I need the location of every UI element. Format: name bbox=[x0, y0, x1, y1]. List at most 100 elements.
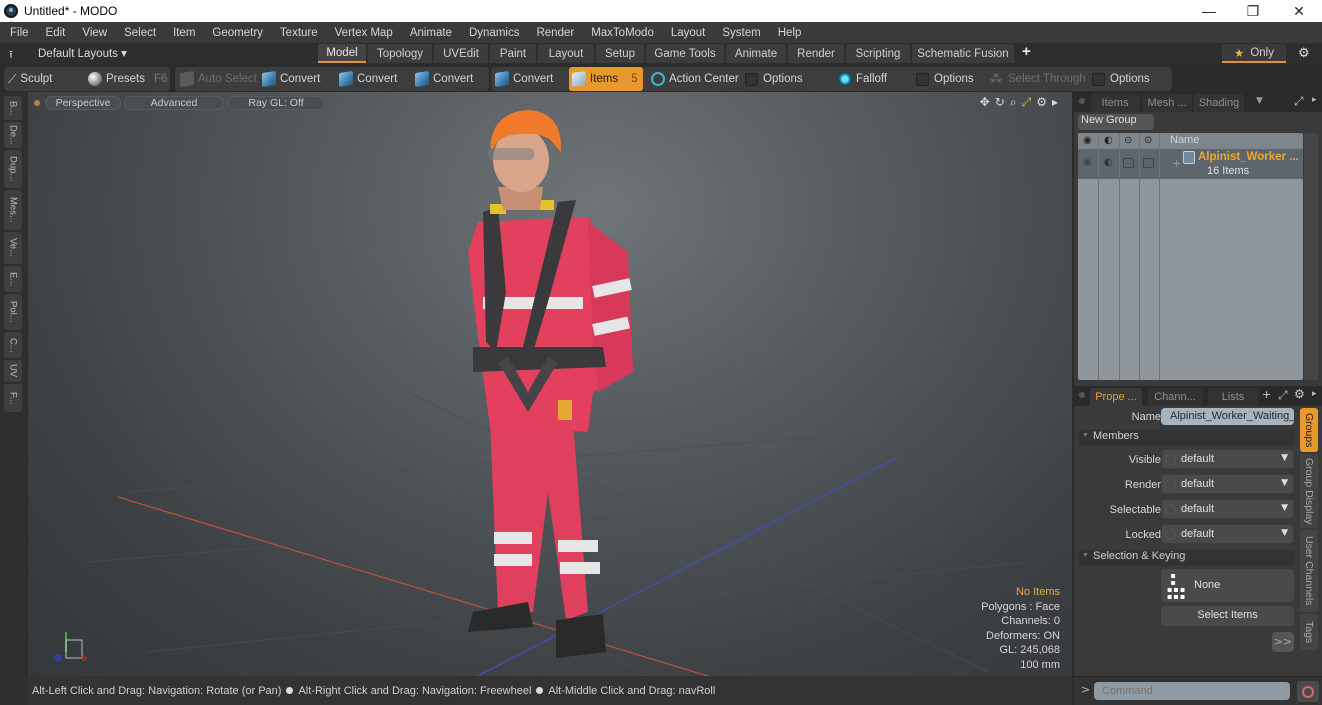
left-tab-vertex[interactable]: Ve... bbox=[4, 232, 22, 264]
record-macro-button[interactable] bbox=[1297, 681, 1319, 702]
menu-file[interactable]: File bbox=[0, 27, 36, 39]
visibility-eye-icon[interactable]: ◉ bbox=[1083, 135, 1092, 146]
command-input[interactable] bbox=[1094, 682, 1290, 700]
items-mode-button[interactable]: Items 5 bbox=[569, 67, 643, 91]
row-lock-box[interactable] bbox=[1123, 158, 1134, 168]
tab-paint[interactable]: Paint bbox=[490, 44, 536, 63]
auto-select-button[interactable]: Auto Select bbox=[180, 67, 257, 91]
left-tab-polygon[interactable]: Pol... bbox=[4, 294, 22, 330]
left-tab-curve[interactable]: C... bbox=[4, 332, 22, 358]
none-button[interactable]: ▪ ▪ ▪▪▪ ▪▪▪ None bbox=[1161, 569, 1294, 602]
menu-texture[interactable]: Texture bbox=[270, 27, 325, 39]
left-tab-deform[interactable]: De... bbox=[4, 122, 22, 148]
tab-overflow-dropdown-icon[interactable]: ▼ bbox=[1256, 96, 1263, 106]
tab-items[interactable]: Items bbox=[1090, 94, 1140, 112]
falloff-button[interactable]: Falloff bbox=[838, 67, 887, 91]
panel-arrow-icon[interactable]: ▸ bbox=[1312, 389, 1317, 399]
3d-viewport[interactable]: Perspective Advanced Ray GL: Off ✥ ↻ ⌕ ⤢… bbox=[28, 92, 1072, 676]
close-button[interactable]: ✕ bbox=[1276, 0, 1322, 22]
render-dropdown[interactable]: default ▼ bbox=[1161, 474, 1294, 494]
rotate-icon[interactable]: ↻ bbox=[995, 95, 1005, 110]
left-tab-fusion[interactable]: F... bbox=[4, 384, 22, 412]
zoom-icon[interactable]: ⌕ bbox=[1010, 95, 1017, 110]
convert-edges-button[interactable]: Convert bbox=[339, 67, 397, 91]
falloff-options-button[interactable]: Options bbox=[916, 67, 974, 91]
tab-animate[interactable]: Animate bbox=[726, 44, 786, 63]
selection-keying-section-header[interactable]: Selection & Keying bbox=[1079, 550, 1295, 566]
panel-expand-icon[interactable]: ⤢ bbox=[1278, 388, 1288, 403]
shading-mode-button[interactable]: Advanced bbox=[124, 96, 224, 110]
maximize-button[interactable]: ❐ bbox=[1230, 0, 1276, 22]
left-tab-basic[interactable]: B... bbox=[4, 96, 22, 120]
viewport-expand-arrow-icon[interactable]: ▸ bbox=[1052, 95, 1058, 110]
ray-gl-button[interactable]: Ray GL: Off bbox=[228, 96, 324, 110]
minimize-button[interactable]: — bbox=[1186, 0, 1232, 22]
tab-layout[interactable]: Layout bbox=[538, 44, 594, 63]
presets-button[interactable]: Presets F6 bbox=[88, 67, 167, 91]
left-tab-mesh-edit[interactable]: Mes... bbox=[4, 190, 22, 230]
tab-uvedit[interactable]: UVEdit bbox=[434, 44, 488, 63]
group-name[interactable]: Alpinist_Worker ... bbox=[1198, 151, 1299, 163]
members-section-header[interactable]: Members bbox=[1079, 430, 1295, 446]
perspective-view-button[interactable]: Perspective bbox=[45, 96, 121, 110]
side-tab-user-channels[interactable]: User Channels bbox=[1300, 530, 1318, 612]
maximize-viewport-icon[interactable]: ⤢ bbox=[1022, 95, 1032, 110]
more-button[interactable]: >> bbox=[1272, 632, 1294, 652]
render-toggle-icon[interactable]: ◐ bbox=[1104, 135, 1113, 146]
row-select-box[interactable] bbox=[1143, 158, 1154, 168]
action-center-options-button[interactable]: Options bbox=[745, 67, 803, 91]
menu-view[interactable]: View bbox=[72, 27, 114, 39]
viewport-menu-dot[interactable] bbox=[34, 100, 40, 106]
panel-menu-dot[interactable] bbox=[1079, 392, 1085, 398]
tab-properties[interactable]: Prope ... bbox=[1090, 388, 1142, 406]
menu-dynamics[interactable]: Dynamics bbox=[459, 27, 526, 39]
convert-vertices-button[interactable]: Convert bbox=[262, 67, 320, 91]
tab-schematic-fusion[interactable]: Schematic Fusion bbox=[912, 44, 1014, 63]
viewport-settings-gear-icon[interactable]: ⚙ bbox=[1036, 95, 1047, 110]
menu-select[interactable]: Select bbox=[114, 27, 163, 39]
side-tab-groups[interactable]: Groups bbox=[1300, 408, 1318, 452]
sculpt-button[interactable]: ⟋ Sculpt bbox=[8, 67, 52, 91]
add-layout-button[interactable]: + bbox=[1022, 43, 1031, 60]
select-toggle-icon[interactable]: ⊙ bbox=[1144, 135, 1152, 146]
panel-expand-icon[interactable]: ⤢ bbox=[1294, 94, 1304, 109]
left-tab-uv[interactable]: UV bbox=[4, 360, 22, 382]
left-tab-edge[interactable]: E... bbox=[4, 266, 22, 292]
group-name-field[interactable]: Alpinist_Worker_Waiting_f bbox=[1161, 408, 1294, 425]
convert-items-button[interactable]: Convert bbox=[495, 67, 553, 91]
panel-arrow-icon[interactable]: ▸ bbox=[1312, 95, 1317, 105]
expand-group-icon[interactable]: + bbox=[1172, 157, 1181, 170]
pan-icon[interactable]: ✥ bbox=[980, 95, 990, 110]
menu-render[interactable]: Render bbox=[526, 27, 581, 39]
menu-system[interactable]: System bbox=[712, 27, 767, 39]
side-tab-group-display[interactable]: Group Display bbox=[1300, 454, 1318, 528]
menu-edit[interactable]: Edit bbox=[36, 27, 73, 39]
menu-animate[interactable]: Animate bbox=[400, 27, 459, 39]
menu-layout[interactable]: Layout bbox=[661, 27, 713, 39]
tab-topology[interactable]: Topology bbox=[368, 44, 432, 63]
visible-dropdown[interactable]: default ▼ bbox=[1161, 449, 1294, 469]
item-list[interactable]: ◉ ◐ ⊙ ⊙ Name ◉ ◐ + Alpinist_Worker ... 1… bbox=[1078, 133, 1303, 380]
menu-help[interactable]: Help bbox=[768, 27, 809, 39]
select-through-options-button[interactable]: Options bbox=[1092, 67, 1150, 91]
tab-setup[interactable]: Setup bbox=[596, 44, 644, 63]
tab-mesh[interactable]: Mesh ... bbox=[1142, 94, 1192, 112]
tab-lists[interactable]: Lists bbox=[1208, 388, 1258, 406]
new-group-button[interactable]: New Group bbox=[1078, 114, 1154, 130]
item-list-scrollbar[interactable] bbox=[1304, 133, 1318, 380]
settings-gear-icon[interactable]: ⚙ bbox=[1298, 45, 1310, 61]
side-tab-tags[interactable]: Tags bbox=[1300, 614, 1318, 650]
menu-maxtomodo[interactable]: MaxToModo bbox=[581, 27, 661, 39]
tab-scripting[interactable]: Scripting bbox=[846, 44, 910, 63]
panel-menu-dot[interactable] bbox=[1079, 98, 1085, 104]
tab-model[interactable]: Model bbox=[318, 44, 366, 63]
locked-dropdown[interactable]: default ▼ bbox=[1161, 524, 1294, 544]
tab-render[interactable]: Render bbox=[788, 44, 844, 63]
action-center-button[interactable]: Action Center bbox=[651, 67, 739, 91]
row-render-icon[interactable]: ◐ bbox=[1104, 157, 1113, 168]
row-visibility-eye-icon[interactable]: ◉ bbox=[1083, 157, 1092, 168]
convert-polygons-button[interactable]: Convert bbox=[415, 67, 473, 91]
menu-geometry[interactable]: Geometry bbox=[202, 27, 270, 39]
tab-game-tools[interactable]: Game Tools bbox=[646, 44, 724, 63]
menu-item[interactable]: Item bbox=[163, 27, 202, 39]
